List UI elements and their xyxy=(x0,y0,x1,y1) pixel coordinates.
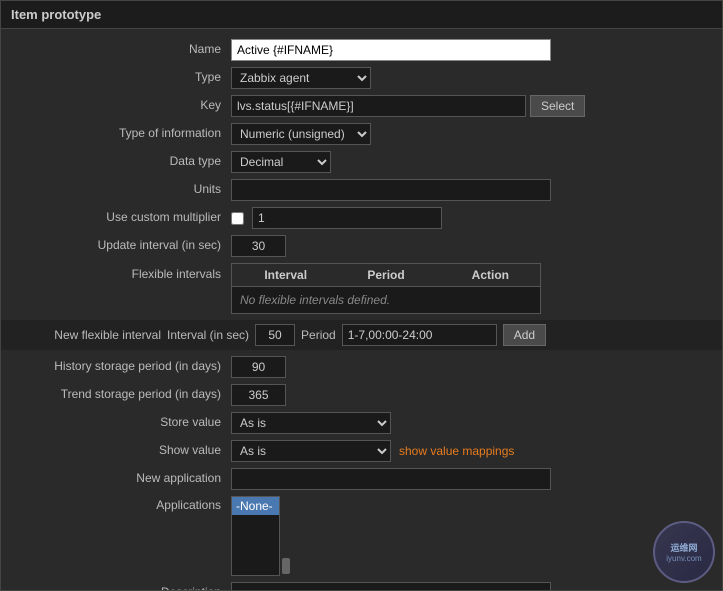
update-interval-row: Update interval (in sec) xyxy=(1,235,722,257)
data-type-label: Data type xyxy=(11,151,231,168)
watermark-text2: iyunv.com xyxy=(666,554,701,563)
description-textarea[interactable] xyxy=(231,582,551,590)
update-interval-label: Update interval (in sec) xyxy=(11,235,231,252)
history-row: History storage period (in days) xyxy=(1,356,722,378)
type-of-info-row: Type of information Numeric (unsigned) N… xyxy=(1,123,722,145)
flexible-intervals-table: Interval Period Action No flexible inter… xyxy=(231,263,541,314)
watermark: 运维网 iyunv.com xyxy=(653,521,715,583)
description-control xyxy=(231,582,712,590)
period-label: Period xyxy=(301,328,336,342)
action-header: Action xyxy=(441,268,540,282)
store-value-select[interactable]: As is Delta (speed per second) Delta (si… xyxy=(231,412,391,434)
show-value-select[interactable]: As is xyxy=(231,440,391,462)
multiplier-checkbox[interactable] xyxy=(231,212,244,225)
trend-control xyxy=(231,384,712,406)
flexible-no-data: No flexible intervals defined. xyxy=(232,287,540,313)
type-of-info-control: Numeric (unsigned) Numeric (float) Chara… xyxy=(231,123,712,145)
store-value-row: Store value As is Delta (speed per secon… xyxy=(1,412,722,434)
show-value-mappings-link[interactable]: show value mappings xyxy=(399,444,514,458)
name-input[interactable] xyxy=(231,39,551,61)
watermark-circle: 运维网 iyunv.com xyxy=(653,521,715,583)
store-value-label: Store value xyxy=(11,412,231,429)
key-control: Select xyxy=(231,95,712,117)
show-value-row: Show value As is show value mappings xyxy=(1,440,722,462)
type-of-info-select[interactable]: Numeric (unsigned) Numeric (float) Chara… xyxy=(231,123,371,145)
trend-label: Trend storage period (in days) xyxy=(11,384,231,401)
key-row: Key Select xyxy=(1,95,722,117)
history-label: History storage period (in days) xyxy=(11,356,231,373)
show-value-label: Show value xyxy=(11,440,231,457)
key-label: Key xyxy=(11,95,231,112)
description-label: Description xyxy=(11,582,231,590)
units-input[interactable] xyxy=(231,179,551,201)
window-title: Item prototype xyxy=(1,1,722,29)
units-label: Units xyxy=(11,179,231,196)
applications-list-wrap: -None- xyxy=(231,496,291,576)
interval-in-sec-label: Interval (in sec) xyxy=(167,328,249,342)
name-row: Name xyxy=(1,39,722,61)
applications-row: Applications -None- xyxy=(1,496,722,576)
store-value-control: As is Delta (speed per second) Delta (si… xyxy=(231,412,712,434)
key-input[interactable] xyxy=(231,95,526,117)
data-type-row: Data type Decimal Octal Hexadecimal Bool… xyxy=(1,151,722,173)
show-value-control: As is show value mappings xyxy=(231,440,712,462)
update-interval-input[interactable] xyxy=(231,235,286,257)
applications-control: -None- xyxy=(231,496,712,576)
multiplier-label: Use custom multiplier xyxy=(11,207,231,224)
type-of-info-label: Type of information xyxy=(11,123,231,140)
new-application-label: New application xyxy=(11,468,231,485)
form-content: Name Type Zabbix agent Zabbix agent (act… xyxy=(1,29,722,590)
title-text: Item prototype xyxy=(11,7,101,22)
update-interval-control xyxy=(231,235,712,257)
multiplier-control xyxy=(231,207,712,229)
flexible-intervals-label: Flexible intervals xyxy=(11,263,231,281)
flexible-intervals-row: Flexible intervals Interval Period Actio… xyxy=(1,263,722,314)
scroll-bar xyxy=(279,496,291,576)
period-header: Period xyxy=(331,268,440,282)
new-flexible-interval-label: New flexible interval xyxy=(11,328,161,342)
flexible-header-row: Interval Period Action xyxy=(232,264,540,287)
new-flexible-interval-row: New flexible interval Interval (in sec) … xyxy=(1,320,722,350)
flexible-intervals-control: Interval Period Action No flexible inter… xyxy=(231,263,712,314)
multiplier-input[interactable] xyxy=(252,207,442,229)
units-control xyxy=(231,179,712,201)
applications-label: Applications xyxy=(11,496,231,512)
new-application-control xyxy=(231,468,712,490)
data-type-select[interactable]: Decimal Octal Hexadecimal Boolean xyxy=(231,151,331,173)
type-label: Type xyxy=(11,67,231,84)
units-row: Units xyxy=(1,179,722,201)
period-input[interactable] xyxy=(342,324,497,346)
item-prototype-window: Item prototype Name Type Zabbix agent Za… xyxy=(0,0,723,591)
watermark-text1: 运维网 xyxy=(670,541,697,554)
description-row: Description xyxy=(1,582,722,590)
new-application-row: New application xyxy=(1,468,722,490)
new-application-input[interactable] xyxy=(231,468,551,490)
type-control: Zabbix agent Zabbix agent (active) Simpl… xyxy=(231,67,712,89)
add-button[interactable]: Add xyxy=(503,324,546,346)
scroll-thumb xyxy=(282,558,290,574)
history-input[interactable] xyxy=(231,356,286,378)
type-row: Type Zabbix agent Zabbix agent (active) … xyxy=(1,67,722,89)
trend-input[interactable] xyxy=(231,384,286,406)
interval-header: Interval xyxy=(232,268,331,282)
multiplier-row: Use custom multiplier xyxy=(1,207,722,229)
type-select[interactable]: Zabbix agent Zabbix agent (active) Simpl… xyxy=(231,67,371,89)
name-control xyxy=(231,39,712,61)
trend-row: Trend storage period (in days) xyxy=(1,384,722,406)
select-button[interactable]: Select xyxy=(530,95,585,117)
new-interval-input[interactable] xyxy=(255,324,295,346)
data-type-control: Decimal Octal Hexadecimal Boolean xyxy=(231,151,712,173)
history-control xyxy=(231,356,712,378)
name-label: Name xyxy=(11,39,231,56)
